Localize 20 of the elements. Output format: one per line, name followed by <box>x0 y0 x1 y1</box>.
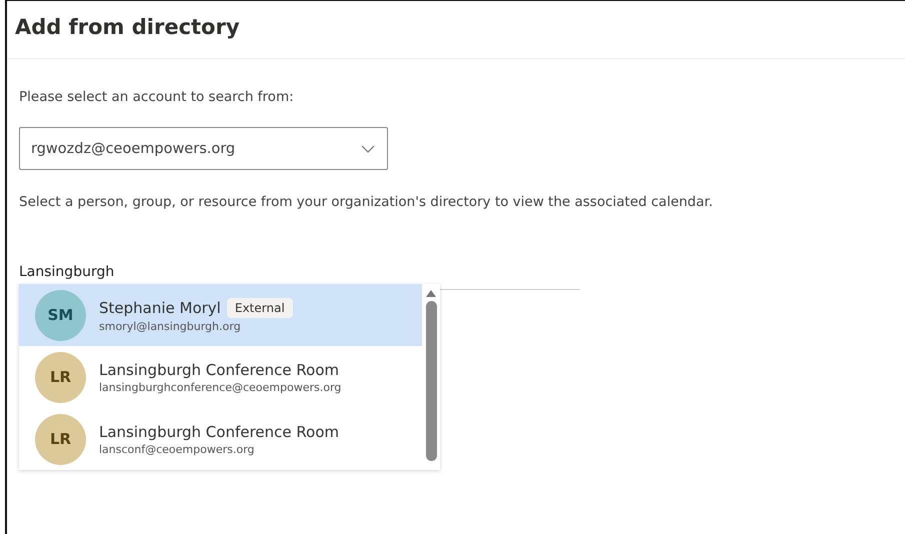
scroll-up-icon[interactable] <box>426 290 436 297</box>
contact-email: smoryl@lansingburgh.org <box>99 320 242 332</box>
result-item[interactable]: LR Lansingburgh Conference Room lansconf@ceoempowers.org <box>19 408 422 470</box>
account-label: Please select an account to search from: <box>19 89 294 105</box>
avatar: LR <box>35 352 86 402</box>
dialog-title: Add from directory <box>14 14 241 41</box>
result-item[interactable]: LR Lansingburgh Conference Room lansingburghconference@ceoempowers.org <box>19 346 422 408</box>
contact-email: lansconf@ceoempowers.org <box>99 442 256 456</box>
result-item[interactable]: SM Stephanie Moryl External smoryl@lansingburgh.org <box>19 284 422 346</box>
contact-email: lansingburghconference@ceoempowers.org <box>99 380 342 394</box>
chevron-down-icon <box>361 144 375 152</box>
account-dropdown[interactable]: rgwozdz@ceoempowers.org <box>19 127 388 170</box>
avatar: LR <box>35 414 86 464</box>
contact-name: Lansingburgh Conference Room <box>99 422 339 440</box>
avatar: SM <box>35 290 86 340</box>
contact-name: Lansingburgh Conference Room <box>99 360 339 378</box>
contact-name: Stephanie Moryl <box>99 298 221 316</box>
scrollbar-thumb[interactable] <box>426 301 436 461</box>
description-text: Select a person, group, or resource from your organization's directory to view the associated calendar. <box>19 194 713 210</box>
external-tag: External <box>226 298 293 318</box>
